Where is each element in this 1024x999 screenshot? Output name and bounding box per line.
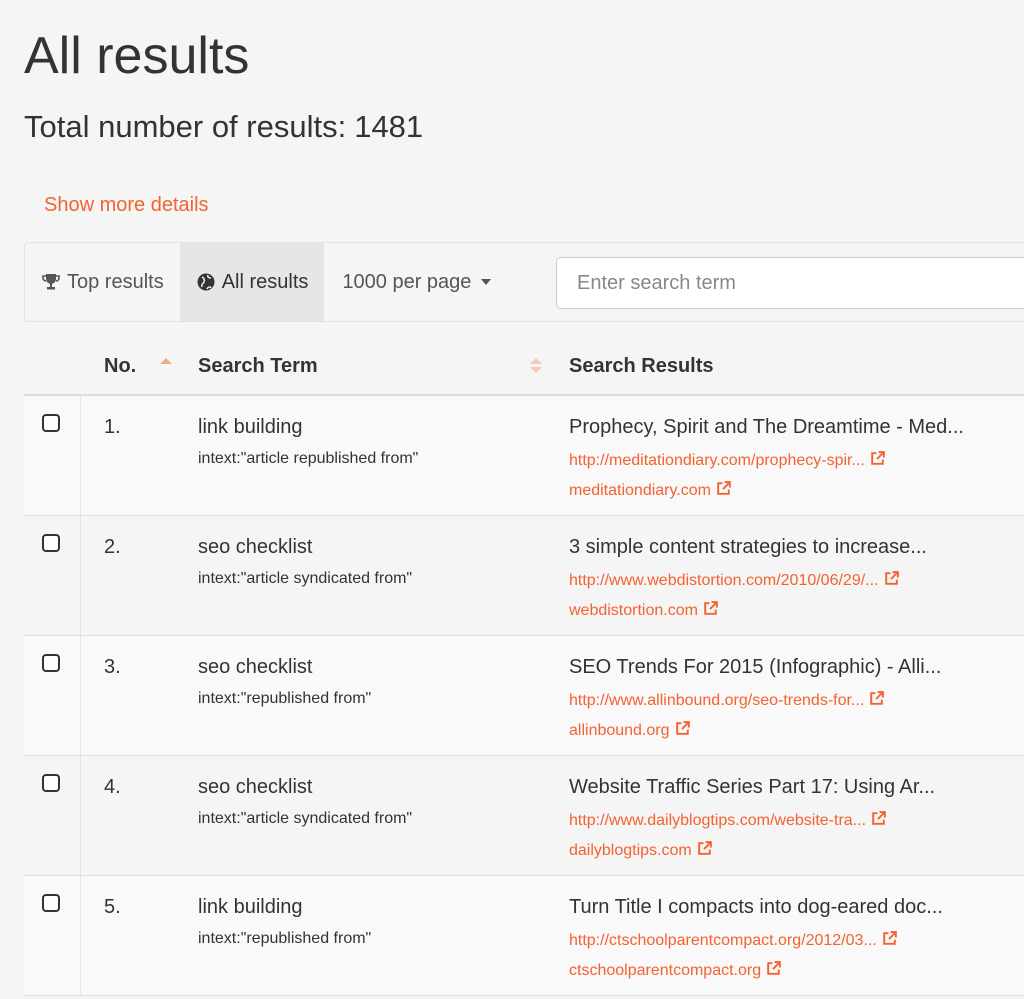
- total-value: 1481: [354, 109, 424, 144]
- result-title: SEO Trends For 2015 (Infographic) - Alli…: [569, 656, 942, 678]
- trophy-icon: [42, 274, 60, 290]
- result-domain-text[interactable]: meditationdiary.com: [569, 482, 711, 499]
- external-link-icon[interactable]: [715, 480, 732, 497]
- caret-down-icon: [481, 279, 492, 285]
- result-url-text[interactable]: http://meditationdiary.com/prophecy-spir…: [569, 452, 865, 469]
- top-results-button[interactable]: Top results: [25, 243, 180, 321]
- result-domain-link[interactable]: dailyblogtips.com: [569, 840, 713, 860]
- row-checkbox[interactable]: [42, 534, 60, 552]
- top-results-label: Top results: [67, 270, 164, 293]
- external-link-icon[interactable]: [765, 960, 782, 977]
- row-checkbox[interactable]: [42, 414, 60, 432]
- external-link-icon[interactable]: [674, 720, 691, 737]
- per-page-dropdown[interactable]: 1000 per page: [324, 243, 509, 321]
- result-domain-link[interactable]: meditationdiary.com: [569, 480, 732, 500]
- total-results: Total number of results: 1481: [24, 108, 423, 145]
- external-link-icon[interactable]: [881, 930, 898, 947]
- result-url-link[interactable]: http://www.dailyblogtips.com/website-tra…: [569, 810, 887, 830]
- result-domain-text[interactable]: allinbound.org: [569, 722, 670, 739]
- result-url-text[interactable]: http://www.webdistortion.com/2010/06/29/…: [569, 572, 879, 589]
- result-domain-text[interactable]: dailyblogtips.com: [569, 842, 692, 859]
- table-row: 5. link building intext:"republished fro…: [24, 876, 1024, 996]
- table-row: 1. link building intext:"article republi…: [24, 396, 1024, 516]
- total-label: Total number of results:: [24, 109, 347, 144]
- result-url-text[interactable]: http://ctschoolparentcompact.org/2012/03…: [569, 932, 877, 949]
- sort-icon[interactable]: [530, 358, 542, 373]
- external-link-icon[interactable]: [870, 810, 887, 827]
- external-link-icon[interactable]: [702, 600, 719, 617]
- search-query: intext:"article republished from": [198, 450, 419, 467]
- result-title: Turn Title I compacts into dog-eared doc…: [569, 896, 943, 918]
- result-title: 3 simple content strategies to increase.…: [569, 536, 927, 558]
- column-header-search-term[interactable]: Search Term: [198, 355, 318, 378]
- row-number: 2.: [104, 536, 121, 558]
- column-header-search-results[interactable]: Search Results: [569, 355, 714, 378]
- result-domain-link[interactable]: ctschoolparentcompact.org: [569, 960, 782, 980]
- result-domain-text[interactable]: ctschoolparentcompact.org: [569, 962, 761, 979]
- show-more-details-link[interactable]: Show more details: [44, 194, 209, 217]
- external-link-icon[interactable]: [696, 840, 713, 857]
- external-link-icon[interactable]: [883, 570, 900, 587]
- search-term: seo checklist: [198, 536, 313, 558]
- search-input[interactable]: [556, 257, 1024, 309]
- table-row: 2. seo checklist intext:"article syndica…: [24, 516, 1024, 636]
- result-domain-text[interactable]: webdistortion.com: [569, 602, 698, 619]
- search-query: intext:"article syndicated from": [198, 570, 413, 587]
- result-domain-link[interactable]: allinbound.org: [569, 720, 691, 740]
- row-number: 1.: [104, 416, 121, 438]
- search-query: intext:"republished from": [198, 930, 372, 947]
- external-link-icon[interactable]: [868, 690, 885, 707]
- result-url-text[interactable]: http://www.allinbound.org/seo-trends-for…: [569, 692, 864, 709]
- per-page-label: 1000 per page: [342, 270, 472, 293]
- page-title: All results: [24, 27, 250, 85]
- table-header: No. Search Term Search Results: [24, 338, 1024, 396]
- result-url-link[interactable]: http://www.webdistortion.com/2010/06/29/…: [569, 570, 900, 590]
- external-link-icon[interactable]: [869, 450, 886, 467]
- result-url-link[interactable]: http://www.allinbound.org/seo-trends-for…: [569, 690, 885, 710]
- result-url-text[interactable]: http://www.dailyblogtips.com/website-tra…: [569, 812, 866, 829]
- result-title: Prophecy, Spirit and The Dreamtime - Med…: [569, 416, 964, 438]
- table-row: 4. seo checklist intext:"article syndica…: [24, 756, 1024, 876]
- row-number: 3.: [104, 656, 121, 678]
- sort-ascending-icon[interactable]: [160, 358, 172, 364]
- search-term: link building: [198, 896, 303, 918]
- result-url-link[interactable]: http://ctschoolparentcompact.org/2012/03…: [569, 930, 898, 950]
- row-checkbox[interactable]: [42, 774, 60, 792]
- search-term: seo checklist: [198, 656, 313, 678]
- row-checkbox[interactable]: [42, 654, 60, 672]
- search-term: link building: [198, 416, 303, 438]
- row-checkbox[interactable]: [42, 894, 60, 912]
- result-url-link[interactable]: http://meditationdiary.com/prophecy-spir…: [569, 450, 886, 470]
- all-results-label: All results: [221, 270, 309, 293]
- results-toolbar: Top results All results 1000 per page: [24, 242, 1024, 322]
- all-results-button[interactable]: All results: [179, 243, 325, 321]
- result-domain-link[interactable]: webdistortion.com: [569, 600, 719, 620]
- row-number: 5.: [104, 896, 121, 918]
- globe-icon: [197, 273, 215, 291]
- search-query: intext:"article syndicated from": [198, 810, 413, 827]
- column-header-no[interactable]: No.: [104, 355, 136, 378]
- row-number: 4.: [104, 776, 121, 798]
- search-term: seo checklist: [198, 776, 313, 798]
- table-row: 3. seo checklist intext:"republished fro…: [24, 636, 1024, 756]
- results-table: No. Search Term Search Results 1. link b…: [24, 338, 1024, 996]
- search-query: intext:"republished from": [198, 690, 372, 707]
- result-title: Website Traffic Series Part 17: Using Ar…: [569, 776, 936, 798]
